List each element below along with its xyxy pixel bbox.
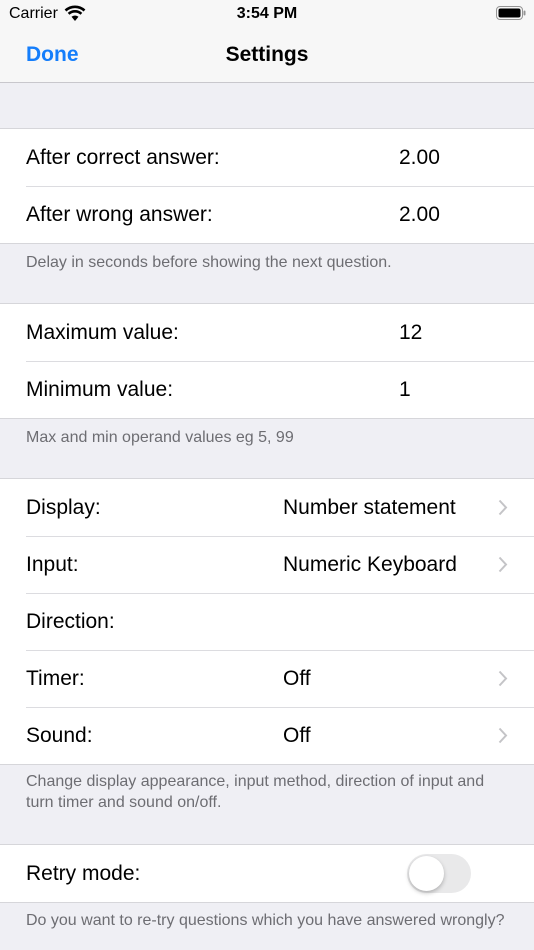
input-value: Numeric Keyboard [283, 553, 457, 576]
display-row[interactable]: Display: Number statement [0, 479, 534, 536]
page-title: Settings [225, 43, 309, 66]
timer-label: Timer: [26, 667, 85, 690]
display-settings-section: Display: Number statement Input: Numeric… [0, 478, 534, 765]
sound-row[interactable]: Sound: Off [0, 707, 534, 764]
navigation-bar: Done Settings [0, 30, 534, 83]
minimum-value-row[interactable]: Minimum value: 1 [0, 361, 534, 418]
after-wrong-row[interactable]: After wrong answer: 2.00 [0, 186, 534, 243]
minimum-value-value[interactable]: 1 [399, 378, 411, 402]
direction-row[interactable]: Direction: [0, 593, 534, 650]
status-bar: Carrier 3:54 PM [0, 0, 534, 30]
after-correct-label: After correct answer: [26, 146, 220, 169]
retry-mode-toggle[interactable] [407, 854, 471, 893]
maximum-value-label: Maximum value: [26, 321, 179, 344]
sound-label: Sound: [26, 724, 93, 747]
timer-value: Off [283, 667, 311, 690]
chevron-right-icon [498, 499, 508, 516]
display-settings-footer: Change display appearance, input method,… [26, 773, 485, 811]
input-label: Input: [26, 553, 79, 576]
delay-section: After correct answer: 2.00 After wrong a… [0, 128, 534, 244]
chevron-right-icon [498, 670, 508, 687]
after-correct-row[interactable]: After correct answer: 2.00 [0, 129, 534, 186]
after-wrong-value[interactable]: 2.00 [399, 203, 440, 227]
after-wrong-label: After wrong answer: [26, 203, 213, 226]
chevron-right-icon [498, 556, 508, 573]
display-value: Number statement [283, 496, 456, 519]
maximum-value-row[interactable]: Maximum value: 12 [0, 304, 534, 361]
timer-row[interactable]: Timer: Off [0, 650, 534, 707]
minimum-value-label: Minimum value: [26, 378, 174, 401]
range-section: Maximum value: 12 Minimum value: 1 [0, 303, 534, 419]
range-footer: Max and min operand values eg 5, 99 [26, 429, 294, 446]
display-label: Display: [26, 496, 101, 519]
retry-mode-row: Retry mode: [0, 845, 534, 902]
direction-label: Direction: [26, 610, 115, 633]
chevron-right-icon [498, 727, 508, 744]
maximum-value-value[interactable]: 12 [399, 321, 422, 345]
status-time: 3:54 PM [236, 5, 298, 22]
retry-footer: Do you want to re-try questions which yo… [26, 912, 505, 929]
battery-icon [496, 6, 526, 20]
delay-footer: Delay in seconds before showing the next… [26, 254, 392, 271]
toggle-knob [409, 856, 444, 891]
sound-value: Off [283, 724, 311, 747]
retry-section: Retry mode: [0, 844, 534, 903]
after-correct-value[interactable]: 2.00 [399, 146, 440, 170]
retry-mode-label: Retry mode: [26, 862, 141, 885]
input-row[interactable]: Input: Numeric Keyboard [0, 536, 534, 593]
